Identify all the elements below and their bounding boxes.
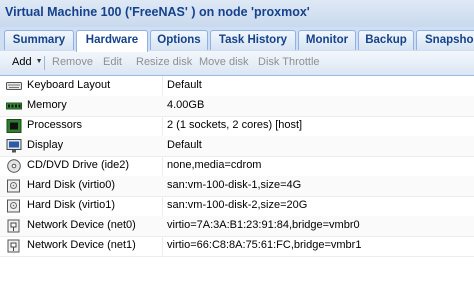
hardware-value: virtio=7A:3A:B1:23:91:84,bridge=vmbr0 [167, 219, 360, 231]
hardware-name: Network Device (net1) [27, 239, 136, 251]
hardware-value: virtio=66:C8:8A:75:61:FC,bridge=vmbr1 [167, 239, 362, 251]
hardware-value: Default [167, 139, 202, 151]
network-icon [7, 219, 20, 233]
tab-strip: Summary Hardware Options Task History Mo… [0, 27, 474, 52]
tab-task-history[interactable]: Task History [210, 30, 296, 50]
processor-icon [6, 119, 22, 133]
window-title: Virtual Machine 100 ('FreeNAS' ) on node… [5, 5, 310, 19]
memory-icon [6, 102, 22, 110]
tab-monitor[interactable]: Monitor [298, 30, 356, 50]
table-row[interactable]: Hard Disk (virtio0) san:vm-100-disk-1,si… [0, 176, 474, 197]
cdrom-icon [7, 159, 21, 173]
tab-summary[interactable]: Summary [4, 30, 74, 50]
add-button[interactable]: Add ▼ [12, 56, 43, 68]
hardware-name: Memory [27, 99, 67, 111]
hardware-name: CD/DVD Drive (ide2) [27, 159, 130, 171]
hardware-name: Hard Disk (virtio1) [27, 199, 116, 211]
hardware-value: san:vm-100-disk-2,size=20G [167, 199, 308, 211]
chevron-down-icon: ▼ [35, 58, 43, 65]
network-icon [7, 239, 20, 253]
toolbar-separator [44, 56, 45, 70]
move-disk-button[interactable]: Move disk [199, 56, 249, 68]
toolbar: Add ▼ Remove Edit Resize disk Move disk D… [0, 51, 474, 76]
hardware-name: Network Device (net0) [27, 219, 136, 231]
hardware-name: Display [27, 139, 64, 151]
tab-hardware[interactable]: Hardware [76, 30, 148, 52]
hardware-value: 2 (1 sockets, 2 cores) [host] [167, 119, 303, 131]
table-row[interactable]: Display Default [0, 136, 474, 157]
table-row[interactable]: CD/DVD Drive (ide2) none,media=cdrom [0, 156, 474, 177]
table-row[interactable]: Keyboard Layout Default [0, 76, 474, 97]
add-button-label: Add [12, 56, 32, 68]
table-row[interactable]: Network Device (net1) virtio=66:C8:8A:75… [0, 236, 474, 257]
hard-disk-icon [7, 179, 20, 193]
table-row[interactable]: Hard Disk (virtio1) san:vm-100-disk-2,si… [0, 196, 474, 217]
hardware-value: san:vm-100-disk-1,size=4G [167, 179, 302, 191]
table-row[interactable]: Processors 2 (1 sockets, 2 cores) [host] [0, 116, 474, 137]
display-icon [6, 139, 22, 153]
remove-button[interactable]: Remove [52, 56, 93, 68]
edit-button[interactable]: Edit [103, 56, 122, 68]
hardware-value: none,media=cdrom [167, 159, 262, 171]
table-row[interactable]: Network Device (net0) virtio=7A:3A:B1:23… [0, 216, 474, 237]
hardware-name: Processors [27, 119, 83, 131]
disk-throttle-button[interactable]: Disk Throttle [258, 56, 320, 68]
hardware-name: Keyboard Layout [27, 79, 111, 91]
keyboard-icon [6, 82, 22, 90]
tab-options[interactable]: Options [150, 30, 208, 50]
table-row[interactable]: Memory 4.00GB [0, 96, 474, 117]
hardware-value: 4.00GB [167, 99, 205, 111]
resize-disk-button[interactable]: Resize disk [136, 56, 192, 68]
tab-snapshots[interactable]: Snapsho [416, 30, 474, 50]
window-titlebar: Virtual Machine 100 ('FreeNAS' ) on node… [0, 0, 474, 28]
hardware-value: Default [167, 79, 202, 91]
hardware-name: Hard Disk (virtio0) [27, 179, 116, 191]
tab-backup[interactable]: Backup [358, 30, 414, 50]
hard-disk-icon [7, 199, 20, 213]
